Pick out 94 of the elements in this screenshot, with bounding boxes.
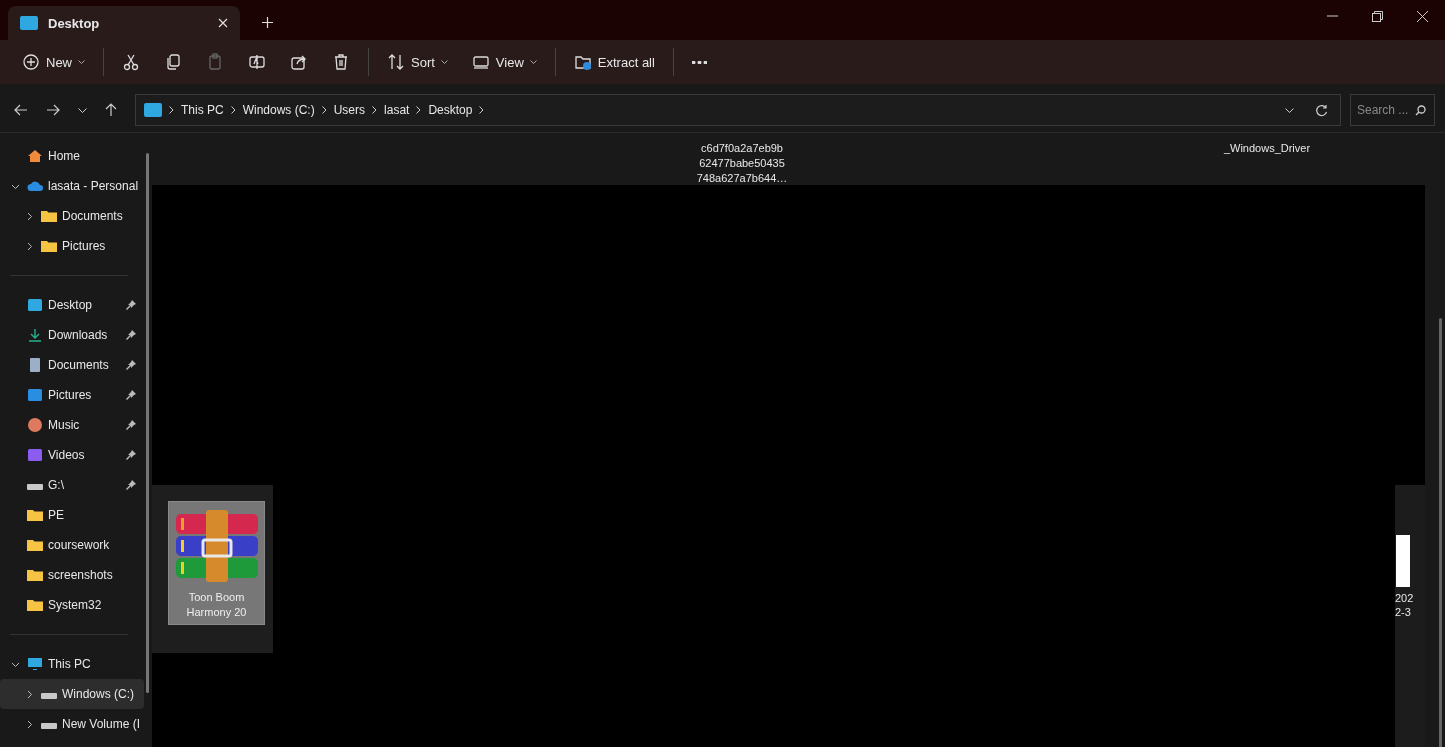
sidebar-item[interactable]: Downloads xyxy=(0,320,144,350)
more-icon xyxy=(691,60,707,64)
chevron-right-icon[interactable] xyxy=(169,106,174,114)
cloud-icon xyxy=(27,179,43,193)
thumbnail-placeholder xyxy=(1396,535,1410,587)
chevron-right-icon[interactable] xyxy=(321,106,327,114)
sort-menu-button[interactable]: Sort xyxy=(377,46,458,78)
caret-icon xyxy=(78,60,85,64)
document-icon xyxy=(27,358,43,372)
pin-icon[interactable] xyxy=(126,420,136,430)
desktop-icon xyxy=(27,298,43,312)
file-name[interactable]: 202 2-3 xyxy=(1395,591,1425,619)
pin-icon[interactable] xyxy=(126,450,136,460)
chevron-right-icon[interactable] xyxy=(416,106,422,114)
video-icon xyxy=(27,448,43,462)
tab-title: Desktop xyxy=(48,15,101,31)
pin-icon[interactable] xyxy=(126,330,136,340)
sidebar-item[interactable]: PE xyxy=(0,500,144,530)
sidebar-item[interactable]: Videos xyxy=(0,440,144,470)
sidebar-item[interactable]: This PC xyxy=(0,649,144,679)
plus-circle-icon xyxy=(22,53,40,71)
window-tab[interactable]: Desktop xyxy=(8,6,240,40)
sidebar-item[interactable]: coursework xyxy=(0,530,144,560)
scissors-icon xyxy=(122,53,140,71)
copy-icon xyxy=(164,53,182,71)
search-icon xyxy=(1415,105,1426,116)
scrollbar-thumb[interactable] xyxy=(1439,318,1442,747)
breadcrumb[interactable]: Desktop xyxy=(428,103,473,117)
sidebar-item[interactable]: G:\ xyxy=(0,470,144,500)
back-icon[interactable] xyxy=(14,104,28,116)
folder-icon xyxy=(41,239,57,253)
clipboard-icon xyxy=(206,53,224,71)
folder-icon xyxy=(27,538,43,552)
music-icon xyxy=(27,418,43,432)
rename-icon xyxy=(248,53,266,71)
folder-icon xyxy=(41,209,57,223)
close-tab-icon[interactable] xyxy=(218,18,228,28)
download-icon xyxy=(27,328,43,342)
sidebar-item[interactable]: Documents xyxy=(0,350,144,380)
pc-icon xyxy=(27,657,43,671)
sidebar-item[interactable]: Windows (C:) xyxy=(0,679,144,709)
folder-icon xyxy=(27,598,43,612)
trash-icon xyxy=(332,53,350,71)
folder-icon xyxy=(573,53,592,71)
sidebar-item[interactable]: Music xyxy=(0,410,144,440)
sidebar-item[interactable]: screenshots xyxy=(0,560,144,590)
sidebar-item[interactable]: System32 xyxy=(0,590,144,620)
new-tab-icon[interactable] xyxy=(262,17,273,28)
caret-icon xyxy=(440,60,448,64)
breadcrumb[interactable]: Windows (C:) xyxy=(242,103,315,117)
pin-icon[interactable] xyxy=(126,390,136,400)
close-icon[interactable] xyxy=(1417,10,1428,22)
search-field[interactable]: Search ... xyxy=(1350,94,1435,126)
picture-icon xyxy=(27,388,43,402)
sidebar-item[interactable]: Pictures xyxy=(0,380,144,410)
pin-icon[interactable] xyxy=(126,360,136,370)
pin-icon[interactable] xyxy=(126,300,136,310)
up-icon[interactable] xyxy=(105,103,117,117)
sidebar-item[interactable]: Desktop xyxy=(0,290,144,320)
monitor-icon xyxy=(471,53,490,71)
extract-button[interactable]: Extract all xyxy=(563,46,665,78)
folder-icon xyxy=(27,508,43,522)
breadcrumb[interactable]: Users xyxy=(333,103,366,117)
plus-menu-button[interactable]: New xyxy=(12,46,95,78)
share-icon xyxy=(290,53,308,71)
file-name[interactable]: _Windows_Driver xyxy=(1202,141,1332,156)
chevron-right-icon[interactable] xyxy=(230,106,236,114)
view-menu-button[interactable]: View xyxy=(461,46,547,78)
sidebar-item[interactable]: New Volume (I xyxy=(0,709,144,739)
refresh-icon[interactable] xyxy=(1315,103,1328,117)
sort-arrows-icon xyxy=(387,53,405,71)
home-icon xyxy=(27,149,43,163)
desktop-icon xyxy=(20,16,38,30)
archive-books-icon xyxy=(173,510,260,582)
chevron-right-icon[interactable] xyxy=(372,106,378,114)
folder-icon xyxy=(27,568,43,582)
caret-icon xyxy=(529,60,537,64)
file-name[interactable]: c6d7f0a2a7eb9b 62477babe50435 748a627a7b644… xyxy=(677,141,807,186)
history-dropdown-icon[interactable] xyxy=(1285,107,1294,113)
recent-dropdown-icon[interactable] xyxy=(78,107,87,113)
breadcrumb[interactable]: This PC xyxy=(181,103,224,117)
scrollbar-thumb[interactable] xyxy=(146,153,149,693)
pin-icon[interactable] xyxy=(126,480,136,490)
sidebar-item[interactable]: Home xyxy=(0,141,144,171)
file-tile[interactable]: Toon Boom Harmony 20 xyxy=(168,501,265,625)
breadcrumb[interactable]: lasat xyxy=(384,103,410,117)
sidebar-item[interactable]: Pictures xyxy=(0,231,144,261)
address-bar[interactable]: This PC Windows (C:) Users lasat Desktop xyxy=(135,94,1341,126)
desktop-icon xyxy=(144,103,162,117)
forward-icon[interactable] xyxy=(46,104,60,116)
restore-icon[interactable] xyxy=(1372,10,1383,22)
sidebar-item[interactable]: lasata - Personal xyxy=(0,171,144,201)
sidebar-item[interactable]: Documents xyxy=(0,201,144,231)
chevron-right-icon[interactable] xyxy=(479,106,485,114)
